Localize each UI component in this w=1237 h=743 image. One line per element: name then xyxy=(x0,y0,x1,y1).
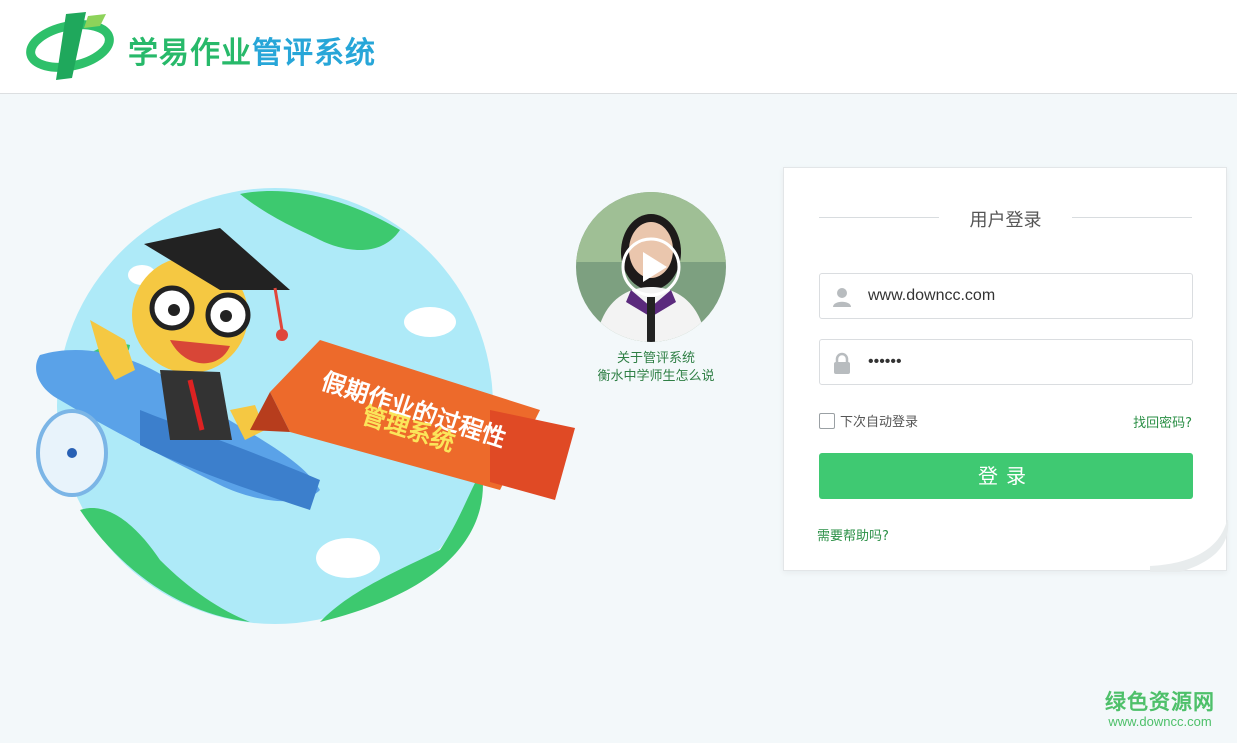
lock-icon xyxy=(834,352,850,374)
app-title: 学易作业管评系统 xyxy=(128,28,376,72)
username-field[interactable] xyxy=(819,273,1193,319)
app-title-part2: 管评系统 xyxy=(252,36,376,71)
video-thumbnail[interactable] xyxy=(576,192,726,342)
login-button[interactable]: 登录 xyxy=(819,453,1193,499)
remember-checkbox[interactable] xyxy=(819,412,835,429)
video-caption-line1: 关于管评系统 xyxy=(616,351,695,366)
help-link[interactable]: 需要帮助吗? xyxy=(817,525,889,544)
panel-curl-decoration xyxy=(1150,520,1229,572)
username-input[interactable] xyxy=(868,274,1178,318)
password-field[interactable] xyxy=(819,339,1193,385)
password-input[interactable] xyxy=(868,340,1178,384)
title-divider-right xyxy=(1072,217,1192,218)
login-title: 用户登录 xyxy=(969,210,1042,231)
remember-label: 下次自动登录 xyxy=(840,415,919,430)
logo-icon[interactable] xyxy=(26,10,118,82)
user-icon xyxy=(833,288,851,307)
header: 学易作业管评系统 xyxy=(0,0,1237,94)
watermark: 绿色资源网 www.downcc.com xyxy=(1105,690,1215,729)
watermark-name: 绿色资源网 xyxy=(1105,690,1215,714)
app-title-part1: 学易作业 xyxy=(128,36,252,71)
login-panel: 用户登录 下次自动登录 找回密码? 登录 需要帮助吗? xyxy=(783,167,1227,571)
video-caption-line2: 衡水中学师生怎么说 xyxy=(597,369,715,384)
remember-me[interactable]: 下次自动登录 xyxy=(819,411,918,430)
video-caption[interactable]: 关于管评系统 衡水中学师生怎么说 xyxy=(566,350,746,386)
login-title-row: 用户登录 xyxy=(819,206,1192,231)
hero-illustration: 假期作业的过程性 管理系统 xyxy=(36,188,575,624)
watermark-url: www.downcc.com xyxy=(1108,714,1212,729)
forgot-password-link[interactable]: 找回密码? xyxy=(1133,412,1192,431)
